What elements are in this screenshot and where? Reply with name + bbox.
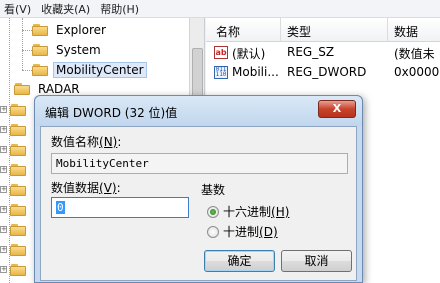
folder-icon: [10, 244, 26, 256]
value-row[interactable]: 011 110 Mobili... REG_DWORD 0x0000: [206, 63, 440, 83]
expand-icon[interactable]: +: [0, 106, 7, 113]
value-name: (默认): [232, 47, 266, 61]
ok-button[interactable]: 确定: [204, 250, 275, 272]
edit-dword-dialog: 编辑 DWORD (32 位)值 X 数值名称(N): MobilityCent…: [34, 95, 363, 283]
value-data: (数值未: [394, 47, 435, 61]
value-name-label: 数值名称(N):: [51, 135, 122, 149]
radio-button[interactable]: [207, 225, 219, 238]
expand-icon[interactable]: +: [0, 206, 7, 213]
radio-decimal[interactable]: 十进制(D): [207, 223, 278, 240]
radio-button-checked[interactable]: [207, 205, 219, 218]
folder-icon: [32, 64, 48, 76]
radio-hex-label: 十六进制(H): [223, 205, 290, 219]
cancel-button[interactable]: 取消: [281, 250, 352, 272]
column-divider[interactable]: [280, 18, 281, 42]
folder-icon: [10, 204, 26, 216]
binary-value-icon: 011 110: [214, 66, 228, 79]
value-name: Mobili...: [232, 65, 279, 79]
expand-icon[interactable]: +: [0, 126, 7, 133]
string-value-icon: ab: [214, 46, 228, 59]
folder-icon: [10, 264, 26, 276]
expand-icon[interactable]: +: [0, 146, 7, 153]
folder-icon: [14, 83, 30, 95]
folder-icon: [32, 24, 48, 36]
column-divider[interactable]: [387, 18, 388, 42]
folder-icon: [10, 104, 26, 116]
expand-icon[interactable]: +: [0, 246, 7, 253]
base-group: 基数 十六进制(H) 十进制(D): [201, 183, 349, 239]
menu-view[interactable]: 看(V): [4, 1, 31, 17]
folder-icon: [10, 124, 26, 136]
dialog-title: 编辑 DWORD (32 位)值: [45, 106, 178, 120]
folder-icon: [10, 164, 26, 176]
base-label: 基数: [201, 183, 226, 197]
tree-item-label: Explorer: [56, 23, 106, 37]
expand-icon[interactable]: +: [0, 266, 7, 273]
folder-icon: [10, 144, 26, 156]
value-type: REG_SZ: [287, 45, 335, 59]
column-header-data[interactable]: 数据: [394, 23, 418, 40]
folder-icon: [10, 224, 26, 236]
tree-item-explorer[interactable]: Explorer: [32, 20, 109, 40]
tree-guide-line: [22, 30, 32, 31]
value-data-input[interactable]: 0: [51, 197, 189, 218]
value-data: 0x0000: [394, 65, 440, 79]
radio-hex[interactable]: 十六进制(H): [207, 203, 289, 220]
tree-item-label: MobilityCenter: [53, 62, 147, 78]
expand-icon[interactable]: +: [0, 166, 7, 173]
close-button[interactable]: X: [318, 100, 356, 118]
menu-favorites[interactable]: 收藏夹(A): [41, 1, 90, 17]
column-headers: 名称 类型 数据: [206, 18, 440, 42]
radio-decimal-label: 十进制(D): [223, 225, 278, 239]
folder-icon: [32, 44, 48, 56]
tree-item-mobilitycenter[interactable]: MobilityCenter: [32, 60, 147, 80]
tree-guide-line: [22, 18, 23, 70]
tree-guide-line: [22, 50, 32, 51]
dialog-titlebar[interactable]: 编辑 DWORD (32 位)值 X: [35, 96, 362, 126]
folder-icon: [10, 184, 26, 196]
value-type: REG_DWORD: [287, 65, 367, 79]
menu-help[interactable]: 帮助(H): [100, 1, 139, 17]
expand-icon[interactable]: +: [0, 226, 7, 233]
value-row[interactable]: ab (默认) REG_SZ (数值未: [206, 43, 440, 63]
tree-item-label: System: [56, 43, 101, 57]
value-name-field: MobilityCenter: [51, 153, 348, 174]
tree-item-system[interactable]: System: [32, 40, 104, 60]
dialog-body: 数值名称(N): MobilityCenter 数值数据(V): 0 基数 十六…: [40, 126, 357, 281]
column-header-type[interactable]: 类型: [287, 23, 311, 40]
value-data-text: 0: [56, 201, 65, 214]
menu-bar: 看(V) 收藏夹(A) 帮助(H): [0, 0, 440, 18]
value-data-label: 数值数据(V):: [51, 181, 121, 195]
column-header-name[interactable]: 名称: [216, 23, 240, 40]
expand-icon[interactable]: +: [0, 186, 7, 193]
tree-guide-line: [22, 70, 32, 71]
